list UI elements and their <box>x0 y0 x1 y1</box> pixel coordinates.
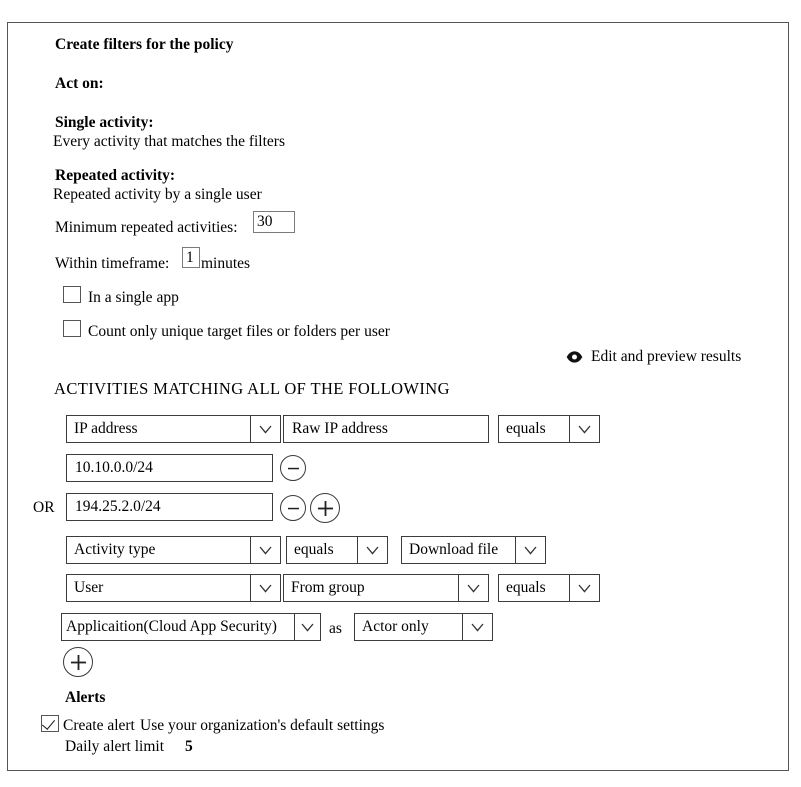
chevron-down-icon[interactable] <box>458 575 488 601</box>
filter-attribute-application-value: Applicaition(Cloud App Security) <box>66 619 277 635</box>
filter-ip-value-1-text: 10.10.0.0/24 <box>75 460 153 476</box>
checkbox-in-a-single-app[interactable] <box>63 286 81 303</box>
alerts-heading: Alerts <box>65 689 106 706</box>
chevron-down-icon[interactable] <box>250 416 280 442</box>
chevron-down-icon[interactable] <box>462 614 492 640</box>
chevron-down-icon[interactable] <box>569 416 599 442</box>
add-filter-button[interactable] <box>63 647 93 677</box>
filter-qualifier-raw-ip-address-value: Raw IP address <box>292 421 388 437</box>
filter-application-role[interactable]: Actor only <box>354 613 493 641</box>
or-label: OR <box>33 499 55 516</box>
chevron-down-icon[interactable] <box>250 537 280 563</box>
filter-qualifier-user-from-group[interactable]: From group <box>283 574 489 602</box>
filter-attribute-activity-type-value: Activity type <box>74 542 156 558</box>
filter-attribute-ip-address[interactable]: IP address <box>66 415 281 443</box>
checkbox-in-a-single-app-label: In a single app <box>88 289 179 306</box>
timeframe-input[interactable]: 1 <box>182 247 200 268</box>
filters-heading: ACTIVITIES MATCHING ALL OF THE FOLLOWING <box>54 379 450 398</box>
filter-operator-user[interactable]: equals <box>498 574 600 602</box>
chevron-down-icon[interactable] <box>250 575 280 601</box>
minimum-repeated-label: Minimum repeated activities: <box>55 219 238 236</box>
as-label: as <box>329 620 342 637</box>
daily-alert-limit-value: 5 <box>185 738 193 755</box>
checkbox-create-alert[interactable] <box>41 715 59 732</box>
filter-attribute-application[interactable]: Applicaition(Cloud App Security) <box>61 613 321 641</box>
filter-qualifier-user-from-group-value: From group <box>291 580 365 596</box>
chevron-down-icon[interactable] <box>294 614 320 640</box>
minimum-repeated-input[interactable]: 30 <box>253 211 295 233</box>
daily-alert-limit-label: Daily alert limit <box>65 738 165 755</box>
filter-value-activity-type[interactable]: Download file <box>401 536 546 564</box>
single-activity-heading: Single activity: <box>55 114 154 131</box>
chevron-down-icon[interactable] <box>357 537 387 563</box>
filter-application-role-value: Actor only <box>362 619 429 635</box>
checkbox-unique-targets[interactable] <box>63 320 81 337</box>
repeated-activity-heading: Repeated activity: <box>55 167 176 184</box>
chevron-down-icon[interactable] <box>569 575 599 601</box>
timeframe-unit-label: minutes <box>201 255 251 272</box>
chevron-down-icon[interactable] <box>515 537 545 563</box>
filter-ip-value-2-text: 194.25.2.0/24 <box>75 499 161 515</box>
add-ip-value-button[interactable] <box>310 493 340 523</box>
filter-operator-ip-address[interactable]: equals <box>498 415 600 443</box>
filter-attribute-activity-type[interactable]: Activity type <box>66 536 281 564</box>
create-alert-label: Create alert <box>63 717 135 734</box>
repeated-activity-description: Repeated activity by a single user <box>53 186 262 203</box>
single-activity-description: Every activity that matches the filters <box>53 133 285 150</box>
timeframe-label: Within timeframe: <box>55 255 170 272</box>
filter-attribute-ip-address-value: IP address <box>74 421 138 437</box>
filter-qualifier-raw-ip-address[interactable]: Raw IP address <box>283 415 489 443</box>
filter-ip-value-1[interactable]: 10.10.0.0/24 <box>66 454 273 482</box>
filter-ip-value-2[interactable]: 194.25.2.0/24 <box>66 493 273 521</box>
remove-ip-value-2-button[interactable] <box>280 495 306 521</box>
act-on-label: Act on: <box>55 75 104 92</box>
eye-icon[interactable] <box>566 350 583 363</box>
filter-attribute-user[interactable]: User <box>66 574 281 602</box>
create-filters-panel: Create filters for the policy Act on: Si… <box>7 22 789 771</box>
remove-ip-value-1-button[interactable] <box>280 455 306 481</box>
filter-operator-ip-address-value: equals <box>506 421 546 437</box>
filter-value-activity-type-text: Download file <box>409 542 499 558</box>
checkbox-unique-targets-label: Count only unique target files or folder… <box>88 323 390 340</box>
page-title: Create filters for the policy <box>55 36 234 53</box>
edit-preview-results-link[interactable]: Edit and preview results <box>591 349 741 365</box>
filter-operator-activity-type[interactable]: equals <box>286 536 388 564</box>
filter-operator-user-value: equals <box>506 580 546 596</box>
filter-operator-activity-type-value: equals <box>294 542 334 558</box>
create-alert-settings-text: Use your organization's default settings <box>140 717 385 734</box>
filter-attribute-user-value: User <box>74 580 104 596</box>
